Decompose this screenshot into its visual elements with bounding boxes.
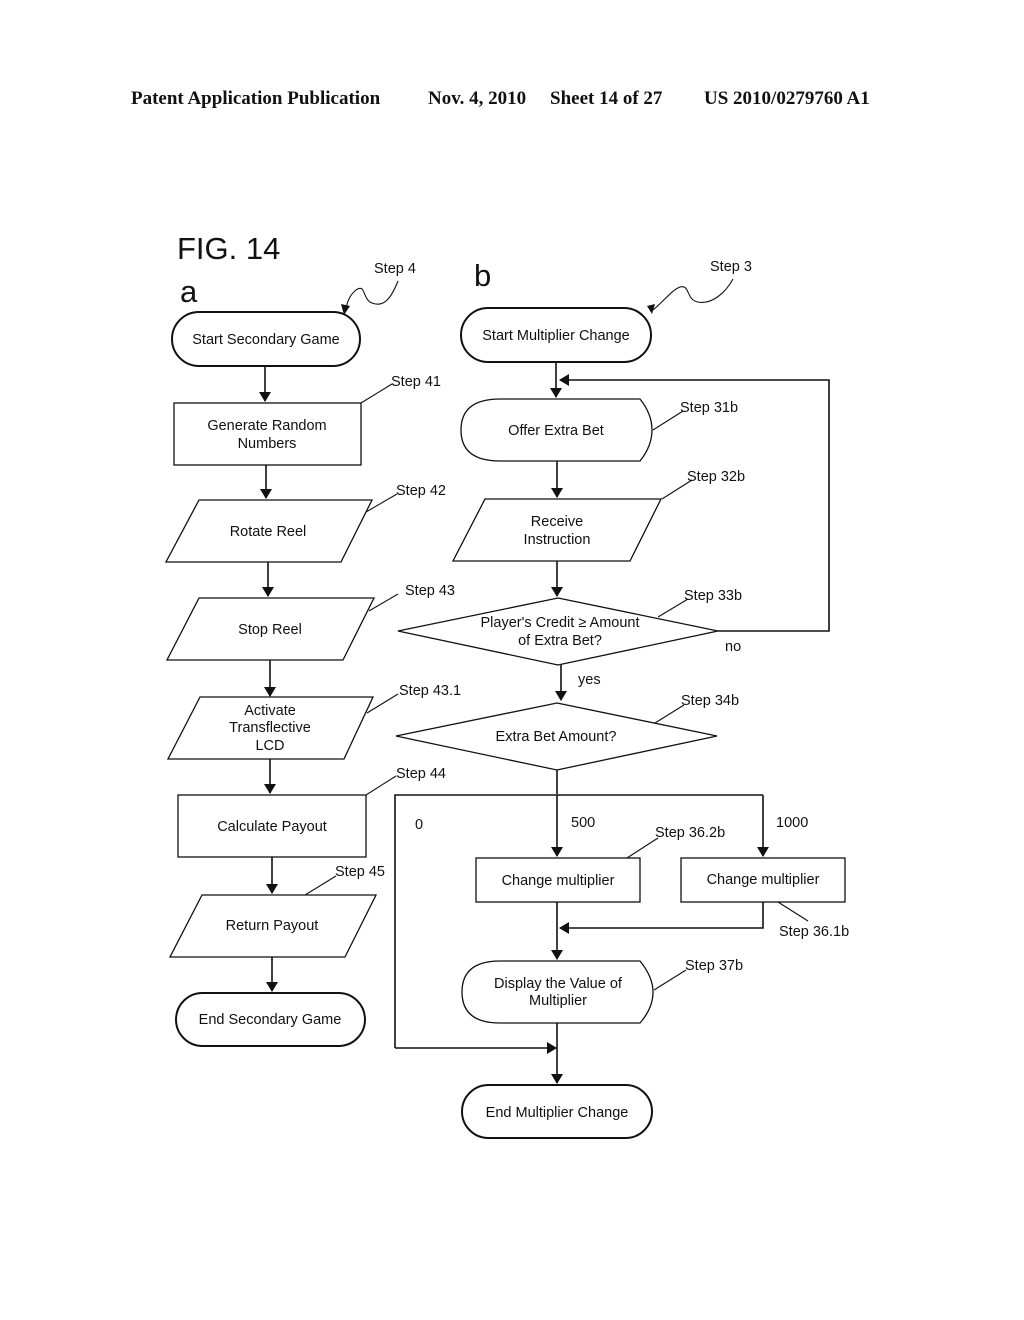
a-step41-leader [360,383,393,404]
b-step32b-line1: Receive [531,514,583,530]
b-step32b-line2: Instruction [524,532,591,548]
b-step31b-ref: Step 31b [680,400,738,416]
a-step45-label: Return Payout [226,918,319,934]
a-step41-line1: Generate Random [207,418,326,434]
b-step34b-label: Extra Bet Amount? [496,729,617,745]
a-step431-line3: LCD [255,738,284,754]
b-step34b-leader [654,704,685,724]
a-step431-line2: Transflective [229,720,311,736]
b-entry-ref-leader [652,278,734,311]
b-step31b-label: Offer Extra Bet [508,423,604,439]
b-step362b-ref: Step 36.2b [655,825,725,841]
a-step431-data: Activate Transflective LCD [166,696,375,760]
b-step33b-ref: Step 33b [684,588,742,604]
a-start-terminator: Start Secondary Game [171,311,361,367]
b-step361b-leader [777,901,809,922]
b-step361b-ref: Step 36.1b [779,924,849,940]
a-step42-ref: Step 42 [396,483,446,499]
a-step43-label: Stop Reel [238,622,302,638]
b-step361b-label: Change multiplier [707,872,820,888]
b-step32b-data: Receive Instruction [451,498,663,562]
b-step37b-leader [653,969,687,991]
b-step362b-label: Change multiplier [502,873,615,889]
b-step33b-line2: of Extra Bet? [518,633,602,649]
a-step43-leader [368,593,399,612]
b-end-terminator: End Multiplier Change [461,1084,653,1139]
a-step43-data: Stop Reel [165,597,376,661]
a-step44-process: Calculate Payout [177,794,367,858]
figure-title: FIG. 14 [177,231,280,266]
a-step44-label: Calculate Payout [217,819,327,835]
b-start-label: Start Multiplier Change [482,328,630,344]
edge-label-500: 500 [571,815,595,831]
b-step31b-display: Offer Extra Bet [460,398,653,462]
panel-b-letter: b [474,258,491,293]
edge-label-0: 0 [415,817,423,833]
edge-label-yes: yes [578,672,601,688]
b-step37b-display: Display the Value of Multiplier [461,960,654,1024]
b-step33b-decision: Player's Credit ≥ Amount of Extra Bet? [397,597,719,666]
a-step431-ref: Step 43.1 [399,683,461,699]
a-step41-process: Generate Random Numbers [173,402,362,466]
entry-ref-leader [345,280,399,309]
b-step37b-line1: Display the Value of [494,976,623,992]
b-step37b-ref: Step 37b [685,958,743,974]
a-step43-ref: Step 43 [405,583,455,599]
panel-b-entry-ref: Step 3 [710,259,752,275]
flowchart-figure: FIG. 14 a b Step 4 Start Secondary Game … [164,231,849,1139]
a-step45-leader [304,875,337,896]
a-step45-data: Return Payout [168,894,378,958]
a-start-label: Start Secondary Game [192,332,340,348]
b-step362b-leader [626,837,659,859]
a-step431-line1: Activate [244,703,296,719]
edge-label-1000: 1000 [776,815,808,831]
a-end-label: End Secondary Game [199,1012,342,1028]
b-start-terminator: Start Multiplier Change [460,307,652,363]
a-step45-ref: Step 45 [335,864,385,880]
panel-a-letter: a [180,274,198,309]
b-step34b-ref: Step 34b [681,693,739,709]
b-step362b-process: Change multiplier [475,857,641,903]
a-step41-line2: Numbers [238,436,297,452]
a-step42-data: Rotate Reel [164,499,374,563]
b-step31b-leader [652,410,684,431]
b-step33b-line1: Player's Credit ≥ Amount [480,615,639,631]
b-step361b-process: Change multiplier [680,857,846,903]
b-end-label: End Multiplier Change [486,1105,629,1121]
a-step44-ref: Step 44 [396,766,446,782]
a-step42-label: Rotate Reel [230,524,307,540]
a-step44-leader [365,775,397,796]
b-step34b-decision: Extra Bet Amount? [395,702,718,771]
a-step41-ref: Step 41 [391,374,441,390]
a-end-terminator: End Secondary Game [175,992,366,1047]
b-step37b-line2: Multiplier [529,993,587,1009]
b-step32b-ref: Step 32b [687,469,745,485]
b-merge-1000 [559,902,764,934]
edge-label-no: no [725,639,741,655]
panel-a-entry-ref: Step 4 [374,261,416,277]
